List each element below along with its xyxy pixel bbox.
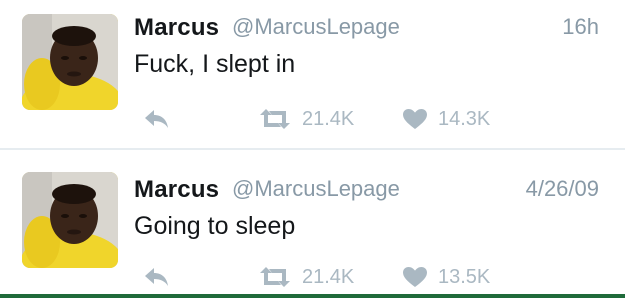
timestamp[interactable]: 16h (562, 14, 599, 40)
tweet-actions: 21.4K 14.3K (134, 104, 594, 134)
like-count: 13.5K (438, 265, 491, 288)
user-handle[interactable]: @MarcusLepage (232, 176, 400, 202)
retweet-button[interactable]: 21.4K (258, 262, 354, 292)
reply-icon (145, 110, 168, 128)
avatar[interactable] (22, 172, 118, 268)
tweet[interactable]: Marcus @MarcusLepage 4/26/09 Going to sl… (0, 150, 625, 298)
like-button[interactable]: 14.3K (402, 104, 490, 134)
user-handle[interactable]: @MarcusLepage (232, 14, 400, 40)
avatar[interactable] (22, 14, 118, 110)
display-name[interactable]: Marcus (134, 14, 219, 42)
like-button[interactable]: 13.5K (402, 262, 490, 292)
heart-icon (403, 267, 427, 287)
avatar-image (22, 14, 118, 110)
heart-icon (403, 109, 427, 129)
retweet-count: 21.4K (302, 107, 355, 130)
tweet-text: Fuck, I slept in (134, 50, 296, 78)
avatar-image (22, 172, 118, 268)
like-count: 14.3K (438, 107, 491, 130)
retweet-button[interactable]: 21.4K (258, 104, 354, 134)
timestamp[interactable]: 4/26/09 (526, 176, 599, 202)
retweet-count: 21.4K (302, 265, 355, 288)
tweet-actions: 21.4K 13.5K (134, 262, 594, 292)
display-name[interactable]: Marcus (134, 176, 219, 204)
reply-button[interactable] (144, 104, 170, 134)
reply-icon (145, 268, 168, 286)
tweet[interactable]: Marcus @MarcusLepage 16h Fuck, I slept i… (0, 0, 625, 148)
retweet-icon (260, 267, 290, 287)
bottom-edge-strip (0, 294, 625, 298)
reply-button[interactable] (144, 262, 170, 292)
tweet-feed: Marcus @MarcusLepage 16h Fuck, I slept i… (0, 0, 625, 298)
retweet-icon (260, 109, 290, 129)
tweet-text: Going to sleep (134, 212, 296, 240)
